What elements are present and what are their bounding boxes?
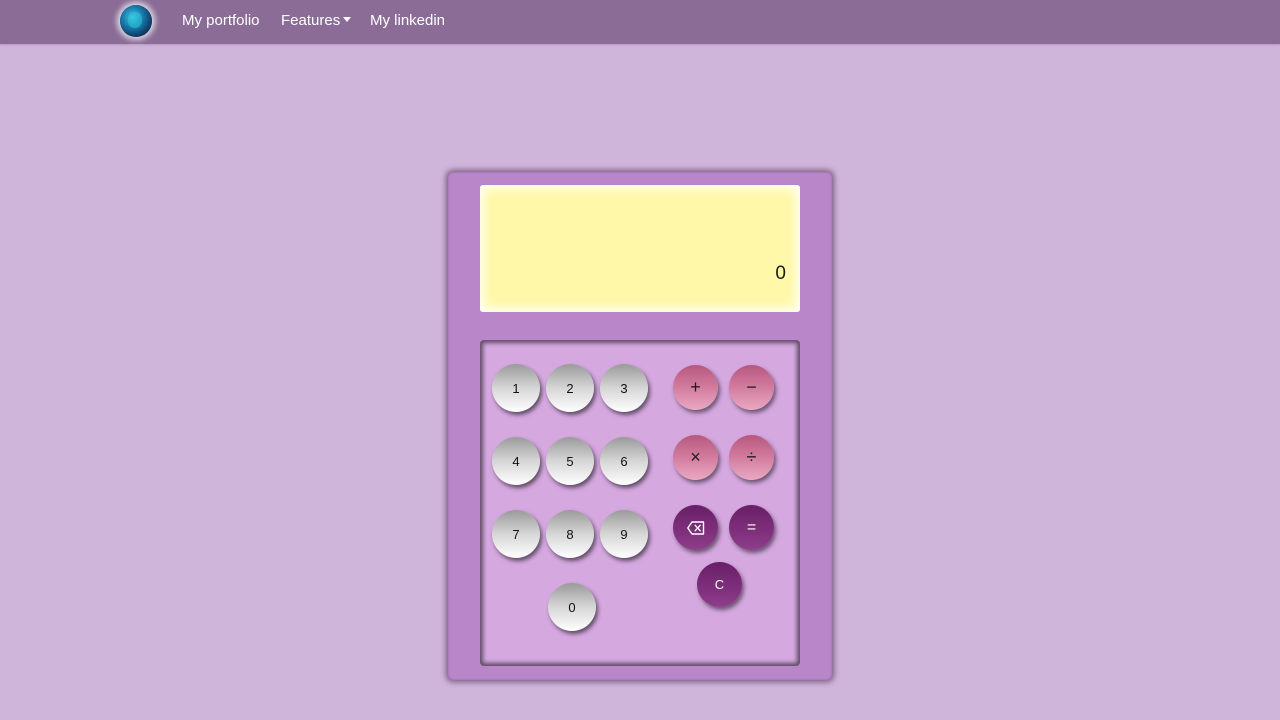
nav-link-linkedin[interactable]: My linkedin	[370, 12, 445, 29]
display-value: 0	[775, 263, 786, 284]
digit-8-button[interactable]: 8	[546, 510, 594, 558]
equals-button[interactable]: =	[729, 505, 774, 550]
nav-dropdown-features[interactable]: Features	[281, 12, 352, 29]
globe-logo-icon[interactable]	[120, 5, 152, 37]
digit-2-button[interactable]: 2	[546, 364, 594, 412]
nav-features-label: Features	[281, 12, 341, 29]
multiply-button[interactable]: ×	[673, 435, 718, 480]
clear-button[interactable]: C	[697, 562, 742, 607]
nav-link-portfolio[interactable]: My portfolio	[182, 12, 260, 29]
keypad: 1 2 3 4 5 6 7 8 9 0 + − × ÷ = C	[480, 340, 800, 666]
digit-0-button[interactable]: 0	[548, 583, 596, 631]
add-button[interactable]: +	[673, 365, 718, 410]
subtract-button[interactable]: −	[729, 365, 774, 410]
digit-1-button[interactable]: 1	[492, 364, 540, 412]
navbar: My portfolio Features My linkedin	[0, 0, 1280, 44]
backspace-button[interactable]	[673, 505, 718, 550]
calculator-display: 0	[480, 185, 800, 312]
digit-4-button[interactable]: 4	[492, 437, 540, 485]
calculator: 0 1 2 3 4 5 6 7 8 9 0 + − × ÷ = C	[448, 172, 832, 680]
digit-3-button[interactable]: 3	[600, 364, 648, 412]
digit-5-button[interactable]: 5	[546, 437, 594, 485]
digit-6-button[interactable]: 6	[600, 437, 648, 485]
digit-7-button[interactable]: 7	[492, 510, 540, 558]
divide-button[interactable]: ÷	[729, 435, 774, 480]
caret-down-icon	[343, 17, 352, 22]
digit-9-button[interactable]: 9	[600, 510, 648, 558]
backspace-icon	[686, 520, 704, 535]
